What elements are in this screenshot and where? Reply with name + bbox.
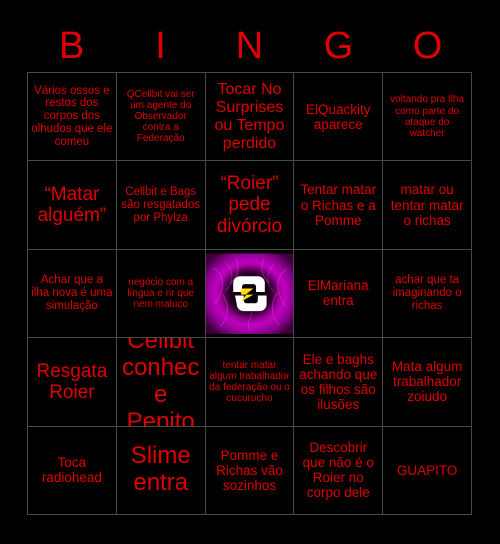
bingo-card: B I N G O Vários ossos e restos dos corp… bbox=[0, 0, 500, 544]
bingo-cell-text: “Roier” pede divórcio bbox=[216, 173, 283, 237]
bingo-cell-text: matar ou tentar matar o richas bbox=[390, 182, 464, 228]
bingo-cell-text: Descobrir que não é o Roier no corpo del… bbox=[302, 440, 374, 501]
bingo-cell[interactable]: Mata algum trabalhador zoiudo bbox=[383, 338, 472, 427]
bingo-cell[interactable]: Pomme e Richas vão sozinhos bbox=[205, 426, 295, 515]
bingo-cell[interactable]: Cellbit conhece Pepito bbox=[116, 338, 206, 427]
bingo-cell-text: Tocar No Surprises ou Tempo perdido bbox=[214, 80, 285, 152]
header-letter-i: I bbox=[155, 25, 166, 67]
bingo-cell-text: Tentar matar o Richas e a Pomme bbox=[300, 182, 377, 228]
bingo-cell-text: Resgata Roier bbox=[36, 360, 108, 403]
bingo-cell-text: Mata algum trabalhador zoiudo bbox=[391, 359, 463, 405]
bingo-cell[interactable]: ElMariana entra bbox=[294, 249, 384, 339]
bingo-cell-text: Pomme e Richas vão sozinhos bbox=[216, 447, 283, 493]
bingo-cell[interactable]: Achar que a ilha nova é uma simulação bbox=[28, 249, 117, 339]
bingo-cell[interactable]: negócio com a língua e rir que nem maluc… bbox=[116, 249, 206, 339]
bingo-cell[interactable]: tentar matar algum trabalhador da federa… bbox=[205, 338, 295, 427]
header-letter-g: G bbox=[323, 25, 354, 67]
bingo-cell[interactable]: Tocar No Surprises ou Tempo perdido bbox=[205, 73, 295, 162]
bingo-cell-text: QCellbit vai ser um agente do Observador… bbox=[126, 88, 195, 145]
bingo-cell[interactable]: Descobrir que não é o Roier no corpo del… bbox=[294, 426, 384, 515]
bingo-cell[interactable]: matar ou tentar matar o richas bbox=[383, 161, 472, 250]
bingo-cell-text: ElQuackity aparece bbox=[306, 101, 371, 132]
bingo-cell[interactable]: ElQuackity aparece bbox=[294, 73, 384, 162]
bingo-cell[interactable]: Ele e baghs achando que os filhos são il… bbox=[294, 338, 384, 427]
bingo-cell-text: Cellbit conhece Pepito bbox=[122, 338, 200, 427]
bingo-cell[interactable]: voltando pra Ilha como parte do ataque d… bbox=[383, 73, 472, 162]
bingo-cell[interactable]: achar que ta imaginando o richas bbox=[383, 249, 472, 339]
bingo-cell-text: voltando pra Ilha como parte do ataque d… bbox=[390, 94, 465, 139]
bingo-cell-text: Toca radiohead bbox=[41, 455, 102, 486]
bingo-cell-text: GUAPITO bbox=[396, 462, 458, 478]
bingo-cell[interactable]: “Roier” pede divórcio bbox=[205, 161, 295, 250]
bingo-cell-text: ElMariana entra bbox=[307, 278, 369, 309]
bingo-cell-text: Vários ossos e restos dos corpos dos olh… bbox=[31, 84, 113, 149]
header-letter-n: N bbox=[235, 25, 264, 67]
bingo-cell-text: Cellbit e Bags são resgatados por Phylza bbox=[121, 185, 201, 224]
qsmp-logo-icon bbox=[205, 249, 294, 338]
bingo-cell-text: negócio com a língua e rir que nem maluc… bbox=[127, 276, 195, 311]
header-letter-b: B bbox=[58, 25, 85, 67]
header-letter-o: O bbox=[412, 25, 443, 67]
bingo-cell-text: Achar que a ilha nova é uma simulação bbox=[31, 274, 113, 312]
bingo-cell-text: achar que ta imaginando o richas bbox=[392, 274, 462, 312]
bingo-grid: Vários ossos e restos dos corpos dos olh… bbox=[27, 72, 472, 515]
bingo-cell-text: Slime entra bbox=[130, 442, 191, 497]
bingo-cell[interactable]: “Matar alguém” bbox=[28, 161, 117, 250]
bingo-cell[interactable]: Resgata Roier bbox=[28, 338, 117, 427]
bingo-cell-text: Ele e baghs achando que os filhos são il… bbox=[299, 351, 378, 412]
bingo-header: B I N G O bbox=[27, 22, 472, 70]
bingo-cell[interactable]: Toca radiohead bbox=[28, 426, 117, 515]
bingo-cell[interactable]: GUAPITO bbox=[383, 426, 472, 515]
bingo-cell[interactable]: QCellbit vai ser um agente do Observador… bbox=[116, 73, 206, 162]
bingo-cell[interactable]: Cellbit e Bags são resgatados por Phylza bbox=[116, 161, 206, 250]
bingo-cell[interactable]: Vários ossos e restos dos corpos dos olh… bbox=[28, 73, 117, 162]
bingo-cell[interactable]: Slime entra bbox=[116, 426, 206, 515]
bingo-cell-free-space[interactable] bbox=[205, 249, 295, 339]
bingo-cell-text: “Matar alguém” bbox=[37, 183, 107, 227]
bingo-cell-text: tentar matar algum trabalhador da federa… bbox=[209, 359, 290, 405]
bingo-cell[interactable]: Tentar matar o Richas e a Pomme bbox=[294, 161, 384, 250]
